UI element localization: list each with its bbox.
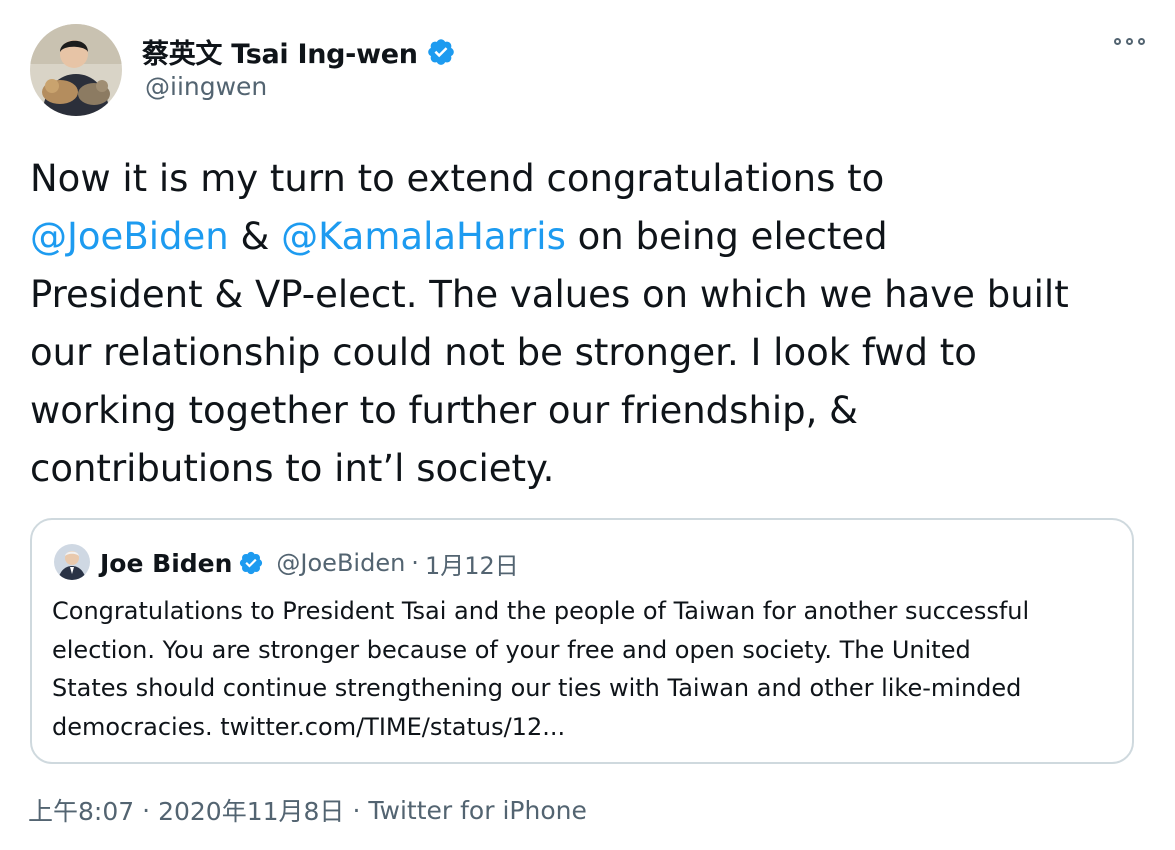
- quoted-avatar-image: [54, 544, 90, 580]
- quoted-date[interactable]: 1月12日: [425, 546, 519, 581]
- author-name-text: 蔡英文 Tsai Ing-wen: [142, 39, 418, 70]
- tweet-text-line: Now it is my turn to extend congratulati…: [30, 150, 1150, 208]
- verified-badge-icon: [240, 551, 263, 575]
- quoted-tweet-text: Congratulations to President Tsai and th…: [52, 592, 1122, 746]
- more-dot: [1114, 38, 1121, 45]
- tweet-text-line: President & VP-elect. The values on whic…: [30, 266, 1150, 324]
- quoted-header: Joe Biden @JoeBiden · 1月12日: [100, 544, 519, 582]
- tweet-text-segment: our relationship could not be stronger. …: [30, 331, 977, 374]
- quoted-text-line: election. You are stronger because of yo…: [52, 635, 971, 664]
- mention-link[interactable]: @JoeBiden: [30, 215, 229, 258]
- more-dot: [1126, 38, 1133, 45]
- author-avatar-image: [30, 24, 122, 116]
- verified-badge-icon: [427, 38, 454, 65]
- tweet-text-segment: President & VP-elect. The values on whic…: [30, 273, 1069, 316]
- meta-separator: ·: [142, 795, 151, 825]
- tweet-text-line: working together to further our friendsh…: [30, 382, 1150, 440]
- tweet-text-segment: &: [228, 215, 282, 258]
- tweet-text-segment: Now it is my turn to extend congratulati…: [30, 157, 885, 200]
- quoted-text-line: democracies. twitter.com/TIME/status/12.…: [52, 712, 566, 741]
- tweet-text-line: @JoeBiden & @KamalaHarris on being elect…: [30, 208, 1150, 266]
- quoted-author-handle[interactable]: @JoeBiden: [276, 549, 405, 577]
- tweet-time[interactable]: 上午8:07: [28, 792, 134, 828]
- tweet-text-segment: contributions to int’l society.: [30, 447, 555, 490]
- tweet-text-line: our relationship could not be stronger. …: [30, 324, 1150, 382]
- tweet-text: Now it is my turn to extend congratulati…: [30, 150, 1150, 498]
- quoted-avatar[interactable]: [54, 544, 90, 580]
- quoted-tweet-card[interactable]: Joe Biden @JoeBiden · 1月12日 Congratulati…: [30, 518, 1134, 764]
- more-dot: [1138, 38, 1145, 45]
- author-handle[interactable]: @iingwen: [145, 72, 267, 101]
- tweet-meta: 上午8:07 · 2020年11月8日 · Twitter for iPhone: [28, 792, 587, 828]
- quoted-text-line: States should continue strengthening our…: [52, 674, 1022, 702]
- tweet-source[interactable]: Twitter for iPhone: [368, 796, 586, 825]
- more-options-icon[interactable]: [1114, 38, 1145, 45]
- quoted-text-line: Congratulations to President Tsai and th…: [52, 597, 1030, 625]
- quoted-separator: ·: [411, 549, 419, 577]
- tweet-text-line: contributions to int’l society.: [30, 440, 1150, 498]
- tweet-date[interactable]: 2020年11月8日: [158, 792, 344, 828]
- author-avatar[interactable]: [30, 24, 122, 116]
- quoted-author-name[interactable]: Joe Biden: [100, 549, 232, 578]
- mention-link[interactable]: @KamalaHarris: [281, 215, 566, 258]
- tweet-text-segment: on being elected: [565, 215, 888, 258]
- author-name[interactable]: 蔡英文 Tsai Ing-wen: [142, 32, 456, 71]
- meta-separator: ·: [352, 795, 361, 825]
- tweet-text-segment: working together to further our friendsh…: [30, 389, 859, 432]
